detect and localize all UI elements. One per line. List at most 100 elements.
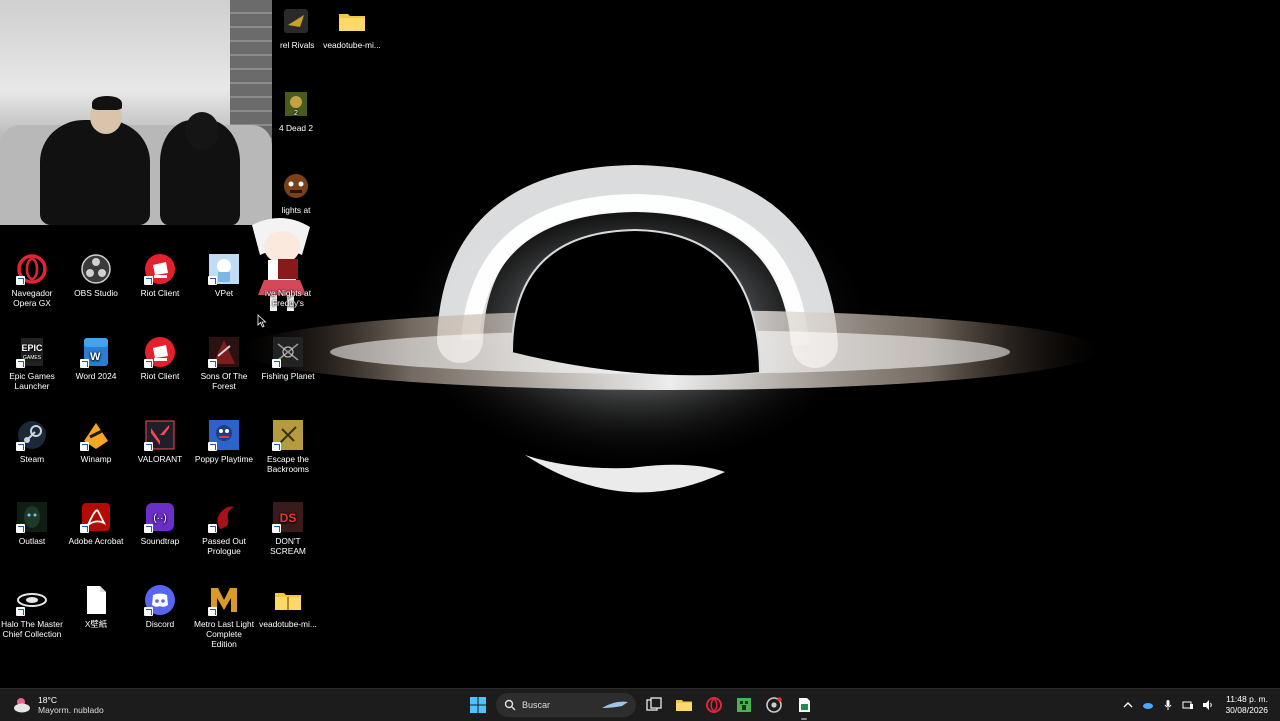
- desktop-icon-soundtrap[interactable]: (··) Soundtrap: [129, 501, 191, 546]
- spreadsheet-icon: [799, 698, 810, 712]
- svg-text:(··): (··): [153, 513, 166, 524]
- steam-icon: [16, 419, 48, 451]
- folder-icon: [336, 5, 368, 37]
- epic-games-icon: EPIC GAMES: [16, 336, 48, 368]
- icon-label: OBS Studio: [74, 288, 118, 298]
- minecraft-taskbar-button[interactable]: [732, 693, 756, 717]
- desktop-icon-veadotube-top[interactable]: veadotube-mi...: [321, 5, 383, 50]
- fishing-planet-icon: [272, 336, 304, 368]
- desktop-icon-veadotube-bottom[interactable]: veadotube-mi...: [257, 584, 319, 629]
- network-icon: [1182, 701, 1194, 709]
- desktop-icon-opera-gx[interactable]: Navegador Opera GX: [1, 253, 63, 308]
- adobe-acrobat-icon: [80, 501, 112, 533]
- sons-of-the-forest-icon: [208, 336, 240, 368]
- speaker-icon: [1203, 700, 1213, 710]
- desktop-icon-vpet[interactable]: VPet: [193, 253, 255, 298]
- desktop-icon-riot-2[interactable]: Riot Client: [129, 336, 191, 381]
- icon-label: 4 Dead 2: [279, 123, 313, 133]
- search-box[interactable]: Buscar: [496, 693, 636, 717]
- icon-label: Riot Client: [140, 288, 180, 298]
- desktop-icon-acrobat[interactable]: Adobe Acrobat: [65, 501, 127, 546]
- opera-gx-taskbar-button[interactable]: [702, 693, 726, 717]
- poppy-playtime-icon: [208, 419, 240, 451]
- desktop-icon-poppy[interactable]: Poppy Playtime: [193, 419, 255, 464]
- weather-widget[interactable]: 18°C Mayorm. nublado: [12, 693, 104, 717]
- metro-last-light-icon: [208, 584, 240, 616]
- onedrive-tray-button[interactable]: [1141, 698, 1155, 712]
- opera-gx-icon: [706, 697, 722, 713]
- desktop-icon-winamp[interactable]: Winamp: [65, 419, 127, 464]
- chrome-taskbar-button[interactable]: [762, 693, 786, 717]
- search-placeholder: Buscar: [522, 700, 551, 710]
- svg-text:2: 2: [294, 110, 298, 117]
- weather-description: Mayorm. nublado: [38, 705, 104, 715]
- riot-client-icon: [144, 336, 176, 368]
- desktop-icon-discord[interactable]: Discord: [129, 584, 191, 629]
- task-view-button[interactable]: [642, 693, 666, 717]
- desktop-icon-sons[interactable]: Sons Of The Forest: [193, 336, 255, 391]
- desktop-icon-fnaf-2[interactable]: ive Nights at Freddy's: [257, 253, 319, 308]
- obs-icon: [80, 253, 112, 285]
- icon-label: Steam: [19, 454, 45, 464]
- svg-text:GAMES: GAMES: [23, 355, 42, 361]
- desktop-icon-valorant[interactable]: VALORANT: [129, 419, 191, 464]
- icon-label: Soundtrap: [140, 536, 180, 546]
- discord-icon: [144, 584, 176, 616]
- search-highlight-icon: [602, 701, 628, 708]
- icon-label: VPet: [214, 288, 234, 298]
- webcam-overlay: [0, 0, 272, 225]
- desktop-icon-epic[interactable]: EPIC GAMES Epic Games Launcher: [1, 336, 63, 391]
- vpet-icon: [208, 253, 240, 285]
- desktop-icon-backrooms[interactable]: Escape the Backrooms: [257, 419, 319, 474]
- clock[interactable]: 11:48 p. m. 30/08/2026: [1225, 694, 1268, 716]
- marvel-rivals-icon: [280, 5, 312, 37]
- svg-text:DS: DS: [280, 511, 297, 525]
- clock-time: 11:48 p. m.: [1226, 694, 1268, 704]
- icon-label: Sons Of The Forest: [200, 371, 248, 391]
- excel-taskbar-button[interactable]: [792, 693, 816, 720]
- start-button[interactable]: [466, 693, 490, 717]
- file-explorer-button[interactable]: [672, 693, 696, 717]
- icon-label: Winamp: [80, 454, 112, 464]
- icon-label: veadotube-mi...: [323, 40, 381, 50]
- desktop-icon-steam[interactable]: Steam: [1, 419, 63, 464]
- desktop-icon-passed-out[interactable]: Passed Out Prologue: [193, 501, 255, 556]
- passed-out-icon: [208, 501, 240, 533]
- fnaf-icon: [272, 253, 304, 285]
- microphone-tray-button[interactable]: [1161, 698, 1175, 712]
- opera-gx-icon: [16, 253, 48, 285]
- icon-label: rel Rivals: [280, 40, 315, 50]
- minecraft-icon: [737, 698, 751, 712]
- dont-scream-icon: DS: [272, 501, 304, 533]
- desktop-icon-riot-1[interactable]: Riot Client: [129, 253, 191, 298]
- icon-label: Halo The Master Chief Collection: [1, 619, 63, 639]
- windows-logo-icon: [470, 697, 486, 713]
- system-tray: 11:48 p. m. 30/08/2026: [1121, 689, 1280, 721]
- chevron-up-icon: [1123, 702, 1133, 708]
- desktop-icon-left4dead2[interactable]: 2 4 Dead 2: [265, 88, 327, 133]
- icon-label: Passed Out Prologue: [202, 536, 246, 556]
- icon-label: Metro Last Light Complete Edition: [193, 619, 255, 649]
- desktop-icon-fishing[interactable]: Fishing Planet: [257, 336, 319, 381]
- desktop-icon-obs[interactable]: OBS Studio: [65, 253, 127, 298]
- escape-the-backrooms-icon: [272, 419, 304, 451]
- riot-client-icon: [144, 253, 176, 285]
- desktop-icon-word[interactable]: W Word 2024: [65, 336, 127, 381]
- volume-tray-button[interactable]: [1201, 698, 1215, 712]
- desktop-icon-halo[interactable]: Halo The Master Chief Collection: [1, 584, 63, 639]
- halo-icon: [16, 584, 48, 616]
- icon-label: ive Nights at Freddy's: [264, 288, 312, 308]
- icon-label: Navegador Opera GX: [11, 288, 53, 308]
- network-tray-button[interactable]: [1181, 698, 1195, 712]
- word-icon: W: [80, 336, 112, 368]
- taskbar: 18°C Mayorm. nublado Buscar 11:48 p. m. …: [0, 688, 1280, 721]
- desktop-icon-dont-scream[interactable]: DS DON'T SCREAM: [257, 501, 319, 556]
- desktop-icon-outlast[interactable]: Outlast: [1, 501, 63, 546]
- zip-folder-icon: [272, 584, 304, 616]
- desktop-icon-fnaf[interactable]: lights at: [265, 170, 327, 215]
- show-hidden-icons-button[interactable]: [1121, 698, 1135, 712]
- folder-icon: [676, 700, 692, 711]
- svg-text:W: W: [90, 351, 101, 363]
- desktop-icon-metro[interactable]: Metro Last Light Complete Edition: [193, 584, 255, 649]
- desktop-icon-xfile[interactable]: X壁紙: [65, 584, 127, 629]
